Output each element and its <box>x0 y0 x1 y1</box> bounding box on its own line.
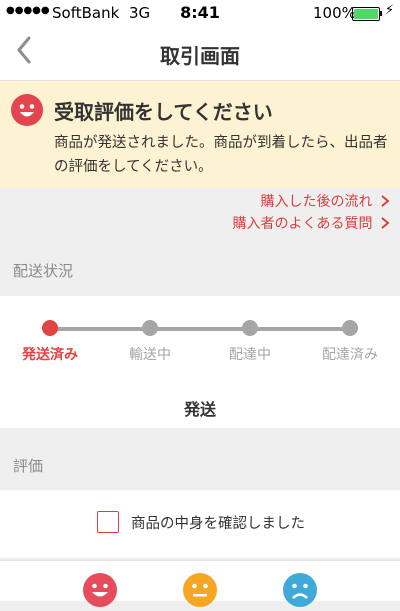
smile-face-icon <box>11 94 43 126</box>
navigation-bar: 取引画面 <box>0 26 400 81</box>
normal-face-icon[interactable] <box>183 573 217 607</box>
link-label: 購入者のよくある質問 <box>232 216 373 232</box>
shipping-status-panel: 発送済み 輸送中 配達中 配達済み 発送 <box>0 296 400 428</box>
step-node-delivering <box>242 320 258 336</box>
battery-icon <box>352 7 380 21</box>
evaluation-panel: 商品の中身を確認しました <box>0 490 400 558</box>
content-confirmed-checkbox[interactable] <box>97 511 119 533</box>
link-label: 購入した後の流れ <box>260 194 373 210</box>
section-header-shipping: 配送状況 <box>0 238 400 296</box>
section-label: 評価 <box>13 457 44 475</box>
charging-icon: ⚡ <box>385 3 395 18</box>
step-node-delivered <box>342 320 358 336</box>
step-label-shipped: 発送済み <box>22 347 78 363</box>
progress-track <box>50 327 350 331</box>
good-face-icon[interactable] <box>83 573 117 607</box>
step-node-in-transit <box>142 320 158 336</box>
link-buyer-faq[interactable]: 購入者のよくある質問 <box>233 213 390 233</box>
notice-heading: 受取評価をしてください <box>54 100 273 124</box>
battery-tip <box>380 11 382 16</box>
help-links: 購入した後の流れ 購入者のよくある質問 <box>0 188 400 238</box>
rating-options <box>0 560 400 607</box>
battery-percent: 100% <box>313 4 356 22</box>
notice-body: 商品が発送されました。商品が到着したら、出品者の評価をしてください。 <box>54 135 388 175</box>
step-label-in-transit: 輸送中 <box>129 347 171 363</box>
evaluation-notice: 受取評価をしてください 商品が発送されました。商品が到着したら、出品者の評価をし… <box>0 81 400 188</box>
link-purchase-flow[interactable]: 購入した後の流れ <box>261 191 390 211</box>
step-label-delivered: 配達済み <box>322 347 378 363</box>
section-label: 配送状況 <box>13 262 74 280</box>
status-bar: ●●●●● SoftBank 3G 8:41 100% ⚡ <box>0 0 400 26</box>
bad-face-icon[interactable] <box>283 573 317 607</box>
page-title: 取引画面 <box>160 44 240 68</box>
checkbox-label: 商品の中身を確認しました <box>131 516 305 532</box>
chevron-right-icon <box>381 195 390 207</box>
step-label-delivering: 配達中 <box>229 347 271 363</box>
step-node-shipped <box>42 320 58 336</box>
section-header-evaluation: 評価 <box>0 428 400 490</box>
chevron-right-icon <box>381 217 390 229</box>
current-shipping-status: 発送 <box>183 400 216 419</box>
